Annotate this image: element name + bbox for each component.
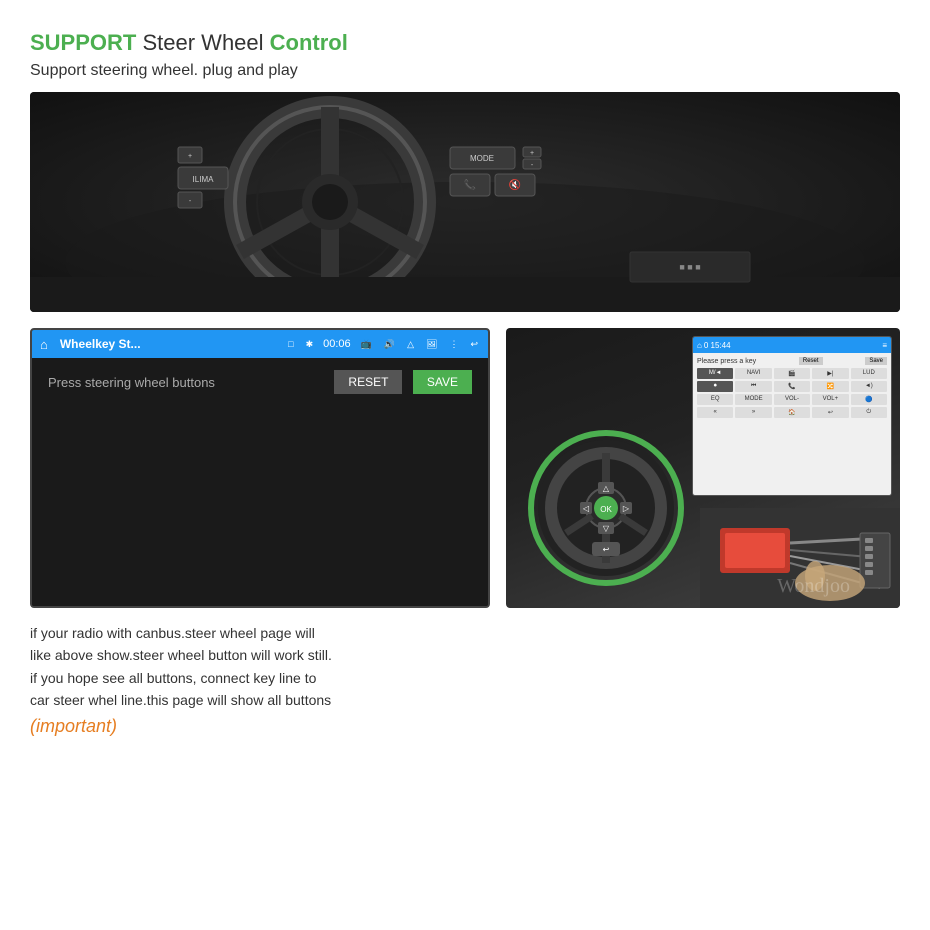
desc-line-1: if your radio with canbus.steer wheel pa…: [30, 622, 900, 644]
grid-cell-7: ⏮: [735, 381, 771, 392]
svg-text:+: +: [530, 150, 534, 157]
small-grid: M/◄ NAVI 🎬 ▶| LUD ⏺ ⏮ 📞 🔀 ◄) EQ MODE: [697, 368, 887, 418]
grid-cell-10: ◄): [851, 381, 887, 392]
desc-line-2: like above show.steer wheel button will …: [30, 644, 900, 666]
title-section: SUPPORT Steer Wheel Control Support stee…: [30, 30, 900, 80]
save-button[interactable]: SAVE: [413, 370, 472, 394]
grid-cell-19: ↩: [812, 407, 848, 418]
bottom-section: ⌂ Wheelkey St... □ ✱ 00:06 📺 🔊 △ 🖼 ⋮ ↩ P…: [30, 328, 900, 608]
small-save-btn[interactable]: Save: [865, 357, 887, 365]
grid-cell-3: 🎬: [774, 368, 810, 379]
android-statusbar: ⌂ Wheelkey St... □ ✱ 00:06 📺 🔊 △ 🖼 ⋮ ↩: [32, 330, 488, 358]
grid-cell-11: EQ: [697, 394, 733, 405]
press-row: Press steering wheel buttons RESET SAVE: [48, 370, 472, 394]
connector-svg: [700, 508, 900, 608]
grid-cell-5: LUD: [851, 368, 887, 379]
android-screen: ⌂ Wheelkey St... □ ✱ 00:06 📺 🔊 △ 🖼 ⋮ ↩ P…: [30, 328, 490, 608]
reset-button[interactable]: RESET: [334, 370, 402, 394]
small-please-row: Please press a key Reset Save: [697, 357, 887, 365]
triangle-icon: △: [407, 339, 414, 350]
picture-icon: 🖼: [426, 339, 437, 350]
svg-text:OK: OK: [600, 505, 612, 514]
svg-text:▽: ▽: [603, 524, 610, 533]
bottom-description: if your radio with canbus.steer wheel pa…: [30, 622, 900, 737]
grid-cell-6: ⏺: [697, 381, 733, 392]
svg-text:△: △: [603, 484, 610, 493]
right-panel: ⌂ 0 15:44 ≡ Please press a key Reset Sav…: [506, 328, 900, 608]
desc-line-3: if you hope see all buttons, connect key…: [30, 667, 900, 689]
android-content: Press steering wheel buttons RESET SAVE: [32, 358, 488, 606]
press-label: Press steering wheel buttons: [48, 375, 215, 390]
back-icon: ↩: [470, 339, 478, 350]
svg-text:◁: ◁: [583, 504, 590, 513]
svg-text:↩: ↩: [603, 545, 610, 554]
connector-photo: [700, 508, 900, 608]
right-image-container: ⌂ 0 15:44 ≡ Please press a key Reset Sav…: [506, 328, 900, 608]
photo-icon: □: [288, 339, 293, 349]
bt-icon: ✱: [306, 339, 314, 350]
steering-wheel-svg: ILIMA + - MODE + - 📞 🔇 ■ ■ ■: [30, 92, 900, 312]
grid-cell-12: MODE: [735, 394, 771, 405]
grid-cell-15: 🔵: [851, 394, 887, 405]
svg-text:ILIMA: ILIMA: [193, 175, 215, 184]
grid-cell-4: ▶|: [812, 368, 848, 379]
small-home-icon: ⌂: [697, 341, 702, 350]
title-support: SUPPORT: [30, 30, 136, 55]
subtitle: Support steering wheel. plug and play: [30, 62, 900, 80]
svg-text:📞: 📞: [464, 178, 477, 191]
svg-text:■ ■ ■: ■ ■ ■: [679, 262, 700, 272]
grid-cell-17: »: [735, 407, 771, 418]
small-statusbar: ⌂ 0 15:44 ≡: [693, 337, 891, 353]
time-display: 00:06: [323, 338, 351, 350]
tv-icon: 📺: [361, 339, 372, 350]
small-content: Please press a key Reset Save M/◄ NAVI 🎬…: [693, 353, 891, 495]
grid-cell-8: 📞: [774, 381, 810, 392]
grid-cell-20: ⏻: [851, 407, 887, 418]
title-steer: Steer Wheel: [142, 30, 269, 55]
main-title: SUPPORT Steer Wheel Control: [30, 30, 900, 56]
svg-text:🔇: 🔇: [509, 178, 521, 191]
button-group: RESET SAVE: [334, 370, 472, 394]
bottom-text: if your radio with canbus.steer wheel pa…: [30, 622, 900, 737]
right-android-overlay: ⌂ 0 15:44 ≡ Please press a key Reset Sav…: [692, 336, 892, 496]
sw-circle-svg: OK △ ▽ ◁ ▷ ↩: [526, 428, 686, 588]
sound-icon: 🔊: [384, 339, 395, 350]
app-name: Wheelkey St...: [60, 337, 278, 351]
menu-icon: ⋮: [449, 339, 458, 350]
steering-wheel-photo: ILIMA + - MODE + - 📞 🔇 ■ ■ ■: [30, 92, 900, 312]
svg-text:MODE: MODE: [470, 154, 494, 163]
home-icon: ⌂: [40, 337, 48, 352]
grid-cell-16: «: [697, 407, 733, 418]
grid-cell-18: 🏠: [774, 407, 810, 418]
title-control: Control: [270, 30, 348, 55]
grid-cell-13: VOL-: [774, 394, 810, 405]
small-please-text: Please press a key: [697, 358, 756, 365]
small-reset-btn[interactable]: Reset: [799, 357, 823, 365]
small-menu-icon: ≡: [882, 341, 887, 350]
grid-cell-9: 🔀: [812, 381, 848, 392]
grid-cell-1: M/◄: [697, 368, 733, 379]
grid-cell-14: VOL+: [812, 394, 848, 405]
svg-text:+: +: [188, 153, 192, 160]
page: SUPPORT Steer Wheel Control Support stee…: [0, 0, 930, 930]
small-time: 0 15:44: [704, 341, 882, 350]
desc-line-4: car steer whel line.this page will show …: [30, 689, 900, 711]
important-text: (important): [30, 716, 900, 737]
svg-text:▷: ▷: [623, 504, 630, 513]
left-panel: ⌂ Wheelkey St... □ ✱ 00:06 📺 🔊 △ 🖼 ⋮ ↩ P…: [30, 328, 490, 608]
grid-cell-2: NAVI: [735, 368, 771, 379]
